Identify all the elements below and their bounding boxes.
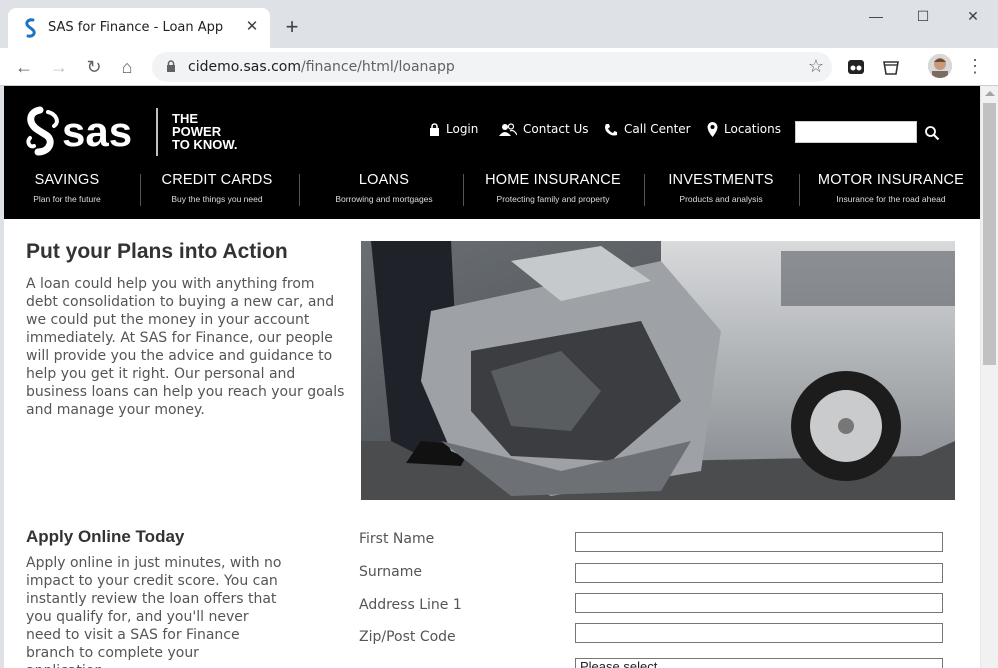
nav-sublabel: Borrowing and mortgages bbox=[335, 194, 433, 204]
nav-home-insurance[interactable]: HOME INSURANCE Protecting family and pro… bbox=[478, 172, 628, 208]
nav-divider bbox=[644, 174, 645, 206]
sas-logo[interactable]: sas THE POWER TO KNOW. bbox=[26, 106, 246, 158]
people-icon bbox=[499, 123, 517, 136]
first-name-field[interactable] bbox=[575, 532, 943, 552]
first-name-label: First Name bbox=[359, 531, 435, 547]
locations-link[interactable]: Locations bbox=[707, 122, 781, 137]
apply-heading: Apply Online Today bbox=[26, 527, 185, 546]
padlock-icon bbox=[430, 123, 439, 136]
select-dropdown[interactable]: Please select bbox=[575, 658, 943, 668]
browser-tab[interactable]: SAS for Finance - Loan App ✕ bbox=[8, 8, 270, 48]
nav-savings[interactable]: SAVINGS Plan for the future bbox=[17, 172, 117, 208]
page-viewport: sas THE POWER TO KNOW. Login Contact Us bbox=[4, 86, 980, 668]
apply-paragraph: Apply online in just minutes, with no im… bbox=[26, 555, 282, 668]
extension-tracker-icon[interactable] bbox=[845, 56, 867, 78]
nav-divider bbox=[299, 174, 300, 206]
address-bar[interactable]: cidemo.sas.com/finance/html/loanapp ☆ bbox=[152, 52, 832, 82]
nav-label: CREDIT CARDS bbox=[161, 172, 273, 188]
nav-sublabel: Plan for the future bbox=[33, 194, 101, 204]
browser-toolbar: ← → ↻ ⌂ cidemo.sas.com/finance/html/loan… bbox=[0, 48, 998, 86]
browser-menu-icon[interactable]: ⋮ bbox=[966, 55, 984, 77]
back-arrow-icon[interactable]: ← bbox=[13, 56, 35, 78]
nav-label: HOME INSURANCE bbox=[485, 172, 621, 188]
call-center-link[interactable]: Call Center bbox=[604, 122, 691, 137]
home-icon[interactable]: ⌂ bbox=[116, 56, 138, 78]
nav-motor-insurance[interactable]: MOTOR INSURANCE Insurance for the road a… bbox=[812, 172, 970, 208]
page-heading: Put your Plans into Action bbox=[26, 240, 288, 263]
zip-post-code-label: Zip/Post Code bbox=[359, 629, 456, 645]
nav-divider bbox=[463, 174, 464, 206]
nav-label: MOTOR INSURANCE bbox=[817, 172, 965, 188]
main-nav: SAVINGS Plan for the future CREDIT CARDS… bbox=[4, 172, 980, 208]
bookmark-star-icon[interactable]: ☆ bbox=[808, 56, 824, 77]
scroll-up-icon[interactable] bbox=[985, 91, 995, 96]
nav-label: SAVINGS bbox=[34, 172, 100, 188]
browser-window: SAS for Finance - Loan App ✕ + — ☐ ✕ ← →… bbox=[0, 0, 998, 668]
nav-label: INVESTMENTS bbox=[668, 172, 774, 188]
maximize-button[interactable]: ☐ bbox=[913, 8, 933, 28]
sas-logo-text: sas bbox=[62, 108, 132, 155]
nav-sublabel: Protecting family and property bbox=[496, 194, 610, 204]
reload-icon[interactable]: ↻ bbox=[83, 56, 105, 78]
new-tab-button[interactable]: + bbox=[282, 16, 302, 38]
nav-sublabel: Insurance for the road ahead bbox=[836, 194, 946, 204]
nav-loans[interactable]: LOANS Borrowing and mortgages bbox=[319, 172, 449, 208]
sas-favicon-icon bbox=[25, 18, 36, 38]
zip-post-code-field[interactable] bbox=[575, 623, 943, 643]
tab-close-icon[interactable]: ✕ bbox=[244, 19, 260, 35]
phone-icon bbox=[605, 123, 617, 135]
map-pin-icon bbox=[707, 122, 718, 137]
address-line-1-field[interactable] bbox=[575, 593, 943, 613]
tab-strip: SAS for Finance - Loan App ✕ + — ☐ ✕ bbox=[0, 0, 998, 48]
nav-label: LOANS bbox=[358, 172, 410, 188]
nav-divider bbox=[799, 174, 800, 206]
login-link[interactable]: Login bbox=[429, 122, 478, 136]
nav-sublabel: Products and analysis bbox=[679, 194, 763, 204]
nav-divider bbox=[140, 174, 141, 206]
url-text: cidemo.sas.com/finance/html/loanapp bbox=[188, 59, 455, 75]
surname-label: Surname bbox=[359, 564, 422, 580]
hero-image-crashed-car bbox=[361, 241, 955, 500]
nav-sublabel: Buy the things you need bbox=[171, 194, 263, 204]
site-header: sas THE POWER TO KNOW. Login Contact Us bbox=[4, 86, 980, 219]
minimize-button[interactable]: — bbox=[866, 8, 886, 28]
search-icon[interactable] bbox=[924, 125, 940, 141]
forward-arrow-icon[interactable]: → bbox=[48, 56, 70, 78]
svg-text:TO KNOW.: TO KNOW. bbox=[172, 137, 237, 152]
lock-icon bbox=[167, 60, 175, 72]
close-window-button[interactable]: ✕ bbox=[963, 8, 983, 28]
extension-ghostery-icon[interactable] bbox=[880, 56, 902, 78]
scrollbar-thumb[interactable] bbox=[983, 103, 996, 365]
nav-credit-cards[interactable]: CREDIT CARDS Buy the things you need bbox=[152, 172, 282, 208]
intro-paragraph: A loan could help you with anything from… bbox=[26, 276, 345, 418]
profile-avatar[interactable] bbox=[928, 54, 952, 78]
page-scrollbar[interactable] bbox=[980, 86, 998, 668]
tab-title: SAS for Finance - Loan App bbox=[48, 20, 224, 35]
contact-us-link[interactable]: Contact Us bbox=[499, 122, 589, 136]
surname-field[interactable] bbox=[575, 563, 943, 583]
header-search-input[interactable] bbox=[795, 121, 917, 143]
select-value: Please select bbox=[580, 659, 658, 668]
nav-investments[interactable]: INVESTMENTS Products and analysis bbox=[661, 172, 781, 208]
address-line-1-label: Address Line 1 bbox=[359, 597, 462, 613]
